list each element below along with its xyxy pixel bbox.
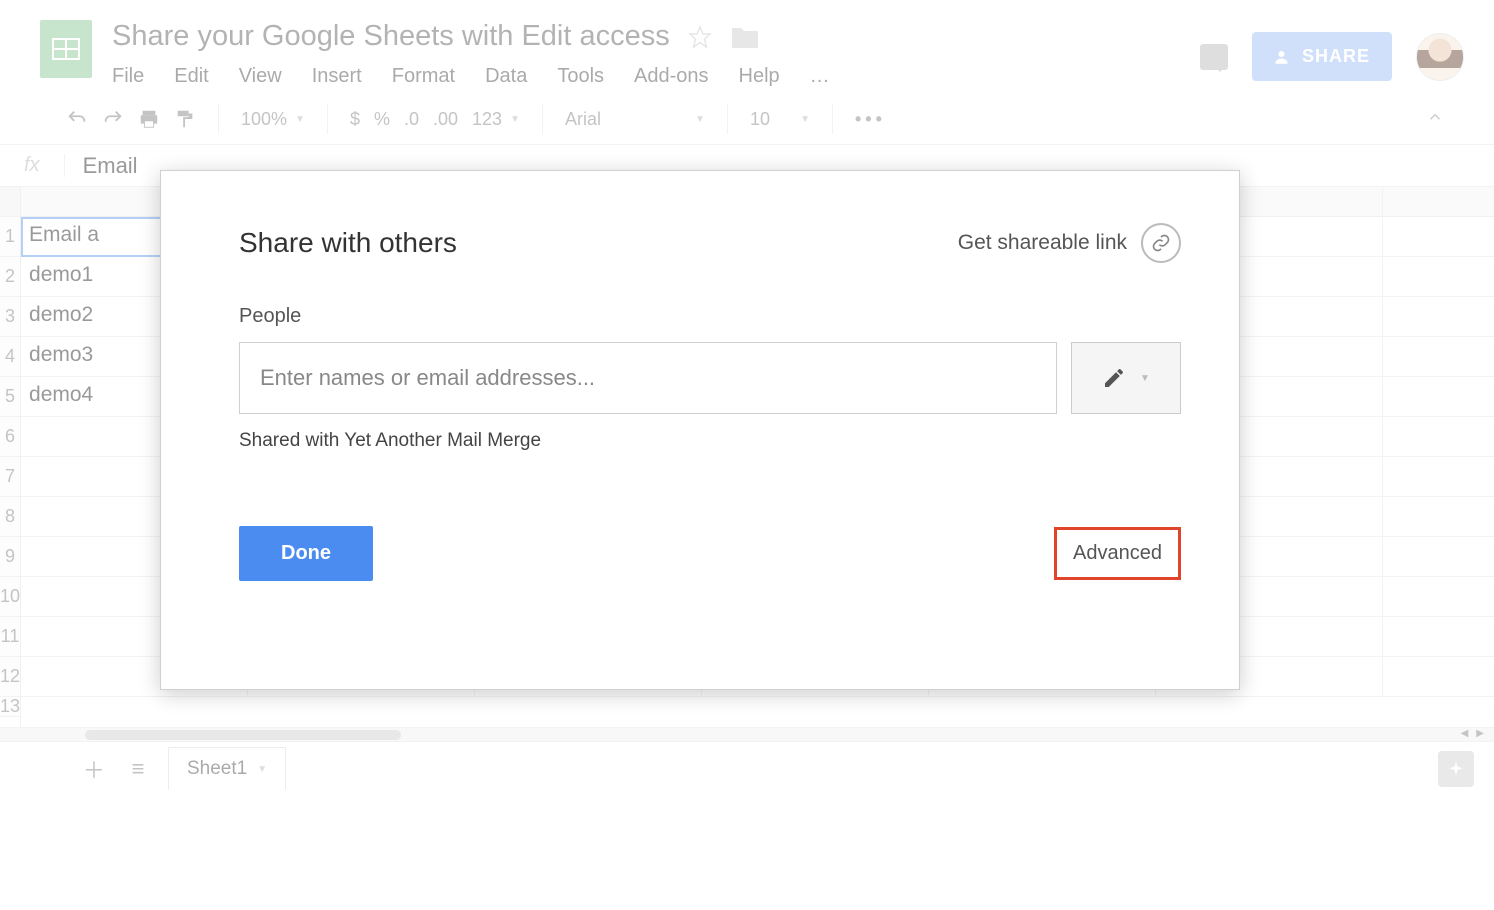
sheet-tab-bar: ＋ ≡ Sheet1 ▼ bbox=[0, 741, 1494, 795]
pencil-icon bbox=[1102, 366, 1126, 390]
format-currency[interactable]: $ bbox=[350, 109, 360, 130]
person-add-icon bbox=[1274, 48, 1292, 66]
format-increase-decimal[interactable]: .00 bbox=[433, 109, 458, 130]
done-button[interactable]: Done bbox=[239, 526, 373, 581]
cell[interactable] bbox=[1383, 417, 1494, 457]
cell[interactable] bbox=[1383, 297, 1494, 337]
cell[interactable] bbox=[1383, 457, 1494, 497]
cell[interactable] bbox=[1383, 217, 1494, 257]
font-family-dropdown[interactable]: Arial ▼ bbox=[565, 109, 705, 130]
add-sheet-button[interactable]: ＋ bbox=[80, 753, 108, 785]
menu-format[interactable]: Format bbox=[392, 65, 455, 88]
row-header[interactable]: 9 bbox=[0, 537, 20, 577]
permission-dropdown[interactable]: ▼ bbox=[1071, 342, 1181, 414]
star-icon[interactable] bbox=[688, 25, 712, 49]
format-percent[interactable]: % bbox=[374, 109, 390, 130]
account-avatar[interactable] bbox=[1416, 33, 1464, 81]
menu-view[interactable]: View bbox=[239, 65, 282, 88]
caret-down-icon: ▼ bbox=[295, 114, 305, 125]
menu-data[interactable]: Data bbox=[485, 65, 527, 88]
row-header[interactable]: 10 bbox=[0, 577, 20, 617]
cell[interactable] bbox=[1383, 577, 1494, 617]
link-icon bbox=[1141, 223, 1181, 263]
menu-edit[interactable]: Edit bbox=[174, 65, 208, 88]
menu-insert[interactable]: Insert bbox=[312, 65, 362, 88]
sheet-tab[interactable]: Sheet1 ▼ bbox=[168, 747, 286, 790]
scroll-left-icon[interactable]: ◀ bbox=[1461, 728, 1469, 739]
font-size-dropdown[interactable]: 10 ▼ bbox=[750, 109, 810, 130]
font-family-value: Arial bbox=[565, 109, 601, 130]
get-shareable-link-label: Get shareable link bbox=[958, 231, 1127, 255]
scrollbar-thumb[interactable] bbox=[85, 730, 401, 740]
get-shareable-link-button[interactable]: Get shareable link bbox=[958, 223, 1181, 263]
share-button[interactable]: SHARE bbox=[1252, 32, 1392, 81]
horizontal-scrollbar[interactable]: ◀ ▶ bbox=[0, 727, 1494, 741]
toolbar: 100% ▼ $ % .0 .00 123 ▼ Arial ▼ 10 ▼ ••• bbox=[0, 88, 1494, 145]
shared-with-text: Shared with Yet Another Mail Merge bbox=[239, 430, 1181, 452]
row-header[interactable]: 4 bbox=[0, 337, 20, 377]
collapse-toolbar-icon[interactable] bbox=[1426, 108, 1444, 131]
row-header[interactable]: 3 bbox=[0, 297, 20, 337]
share-button-label: SHARE bbox=[1302, 46, 1370, 67]
zoom-dropdown[interactable]: 100% ▼ bbox=[241, 109, 305, 130]
formula-value[interactable]: Email bbox=[65, 153, 138, 179]
row-header[interactable]: 5 bbox=[0, 377, 20, 417]
cell[interactable] bbox=[1383, 497, 1494, 537]
cell[interactable] bbox=[1383, 337, 1494, 377]
people-label: People bbox=[239, 305, 1181, 328]
folder-icon[interactable] bbox=[730, 24, 760, 50]
paint-format-icon[interactable] bbox=[174, 108, 196, 130]
cell[interactable] bbox=[1383, 617, 1494, 657]
cell[interactable] bbox=[1383, 377, 1494, 417]
comments-icon[interactable] bbox=[1200, 44, 1228, 70]
format-decrease-decimal[interactable]: .0 bbox=[404, 109, 419, 130]
menu-help[interactable]: Help bbox=[739, 65, 780, 88]
caret-down-icon: ▼ bbox=[510, 114, 520, 125]
font-size-value: 10 bbox=[750, 109, 770, 130]
menu-addons[interactable]: Add-ons bbox=[634, 65, 709, 88]
sheet-tab-label: Sheet1 bbox=[187, 758, 247, 780]
people-input[interactable] bbox=[239, 342, 1057, 414]
cell[interactable] bbox=[1383, 657, 1494, 697]
caret-down-icon: ▼ bbox=[1140, 373, 1150, 384]
caret-down-icon[interactable]: ▼ bbox=[257, 764, 267, 775]
cell[interactable] bbox=[1383, 537, 1494, 577]
menu-bar: File Edit View Insert Format Data Tools … bbox=[112, 65, 1180, 88]
row-header[interactable]: 6 bbox=[0, 417, 20, 457]
toolbar-more[interactable]: ••• bbox=[855, 109, 886, 130]
dialog-title: Share with others bbox=[239, 227, 457, 259]
sheets-app-icon[interactable] bbox=[40, 20, 92, 78]
document-title[interactable]: Share your Google Sheets with Edit acces… bbox=[112, 20, 670, 53]
scroll-right-icon[interactable]: ▶ bbox=[1476, 728, 1484, 739]
number-format-dropdown[interactable]: 123 ▼ bbox=[472, 109, 520, 130]
row-header[interactable]: 1 bbox=[0, 217, 20, 257]
advanced-button[interactable]: Advanced bbox=[1054, 527, 1181, 580]
caret-down-icon: ▼ bbox=[800, 114, 810, 125]
print-icon[interactable] bbox=[138, 108, 160, 130]
app-header: Share your Google Sheets with Edit acces… bbox=[0, 0, 1494, 88]
share-dialog: Share with others Get shareable link Peo… bbox=[160, 170, 1240, 690]
row-header[interactable]: 7 bbox=[0, 457, 20, 497]
undo-icon[interactable] bbox=[66, 108, 88, 130]
fx-label: fx bbox=[24, 154, 65, 177]
row-header[interactable]: 11 bbox=[0, 617, 20, 657]
menu-more[interactable]: … bbox=[810, 65, 832, 88]
cell[interactable] bbox=[1383, 257, 1494, 297]
caret-down-icon: ▼ bbox=[695, 114, 705, 125]
select-all-cell[interactable] bbox=[0, 187, 20, 217]
row-header[interactable]: 2 bbox=[0, 257, 20, 297]
explore-button[interactable] bbox=[1438, 751, 1474, 787]
all-sheets-button[interactable]: ≡ bbox=[124, 756, 152, 782]
column-header[interactable] bbox=[1383, 187, 1494, 217]
zoom-value: 100% bbox=[241, 109, 287, 130]
menu-file[interactable]: File bbox=[112, 65, 144, 88]
row-header[interactable]: 8 bbox=[0, 497, 20, 537]
row-header[interactable]: 13 bbox=[0, 697, 20, 717]
row-header[interactable]: 12 bbox=[0, 657, 20, 697]
menu-tools[interactable]: Tools bbox=[557, 65, 604, 88]
redo-icon[interactable] bbox=[102, 108, 124, 130]
